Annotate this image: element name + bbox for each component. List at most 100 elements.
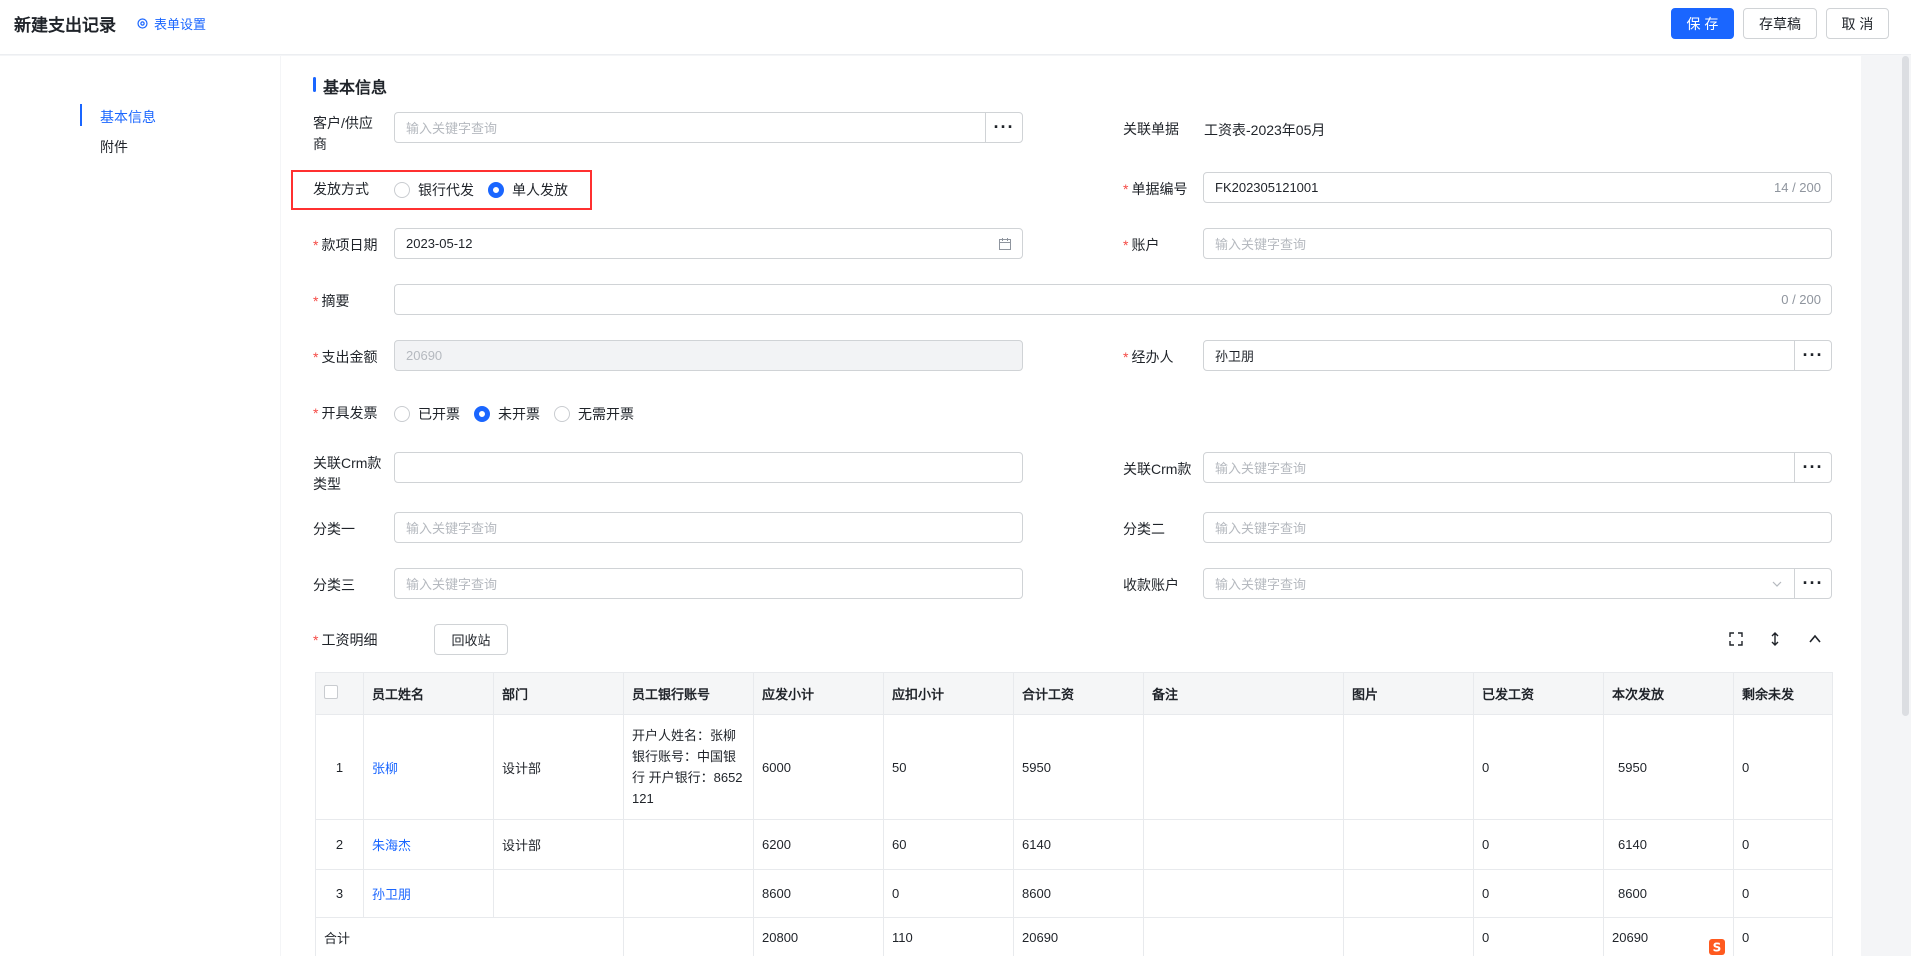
- category3-input[interactable]: 输入关键字查询: [394, 568, 1023, 599]
- note-cell[interactable]: [1143, 714, 1344, 820]
- account-label: * 账户: [1123, 237, 1160, 253]
- crm-type-label: 关联Crm款类型: [313, 455, 382, 492]
- radio-invoiced[interactable]: 已开票: [394, 404, 460, 424]
- totals-row: 合计 20800 110 20690 0 20690 0: [315, 917, 1833, 956]
- image-cell[interactable]: [1343, 869, 1474, 918]
- handler-more-button[interactable]: ···: [1794, 340, 1832, 371]
- crm-type-input[interactable]: [394, 452, 1023, 483]
- image-cell[interactable]: [1343, 819, 1474, 870]
- row-height-icon[interactable]: [1767, 631, 1783, 647]
- nav-item-basic-info[interactable]: 基本信息: [100, 107, 156, 127]
- checkbox[interactable]: [324, 685, 338, 699]
- deduct-cell: 60: [883, 819, 1014, 870]
- gear-icon: [137, 18, 148, 29]
- category3-label: 分类三: [313, 577, 355, 593]
- salary-detail-label: * 工资明细: [313, 632, 378, 648]
- paid-total-cell: 0: [1473, 917, 1604, 956]
- doc-number-input[interactable]: FK202305121001 14 / 200: [1203, 172, 1832, 203]
- column-header[interactable]: 备注: [1143, 672, 1344, 715]
- receive-account-more-button[interactable]: ···: [1794, 568, 1832, 599]
- remaining-cell: 0: [1733, 869, 1833, 918]
- related-doc-value[interactable]: 工资表-2023年05月: [1204, 120, 1325, 140]
- table-row[interactable]: 3 孙卫朋 8600 0 8600 0 8600 0: [315, 869, 1833, 918]
- empty-cell: [623, 917, 754, 956]
- save-button[interactable]: 保 存: [1671, 8, 1734, 39]
- gross-cell: 8600: [753, 869, 884, 918]
- remaining-cell: 0: [1733, 819, 1833, 870]
- page-title: 新建支出记录: [14, 16, 116, 35]
- select-all-checkbox[interactable]: [315, 672, 364, 715]
- summary-input[interactable]: 0 / 200: [394, 284, 1832, 315]
- amount-input: 20690: [394, 340, 1023, 371]
- current-payout-cell[interactable]: 8600: [1603, 869, 1734, 918]
- category2-input[interactable]: 输入关键字查询: [1203, 512, 1832, 543]
- floating-assistant-icon[interactable]: S: [1708, 938, 1726, 956]
- crm-payment-label: 关联Crm款: [1123, 461, 1192, 477]
- table-header-row: 员工姓名 部门 员工银行账号 应发小计 应扣小计 合计工资 备注 图片 已发工资…: [315, 672, 1833, 715]
- side-nav: [0, 56, 280, 956]
- collapse-icon[interactable]: [1807, 631, 1823, 647]
- amount-label: * 支出金额: [313, 349, 378, 365]
- gross-cell: 6200: [753, 819, 884, 870]
- column-header[interactable]: 已发工资: [1473, 672, 1604, 715]
- doc-number-label: * 单据编号: [1123, 181, 1188, 197]
- cancel-button[interactable]: 取 消: [1826, 8, 1889, 39]
- column-header[interactable]: 应扣小计: [883, 672, 1014, 715]
- save-draft-button[interactable]: 存草稿: [1743, 8, 1817, 39]
- table-row[interactable]: 2 朱海杰 设计部 6200 60 6140 0 6140 0: [315, 819, 1833, 870]
- form-settings-link[interactable]: 表单设置: [136, 14, 206, 33]
- invoice-label: * 开具发票: [313, 405, 378, 421]
- handler-input[interactable]: 孙卫朋: [1203, 340, 1795, 371]
- category1-input[interactable]: 输入关键字查询: [394, 512, 1023, 543]
- nav-item-attachments[interactable]: 附件: [100, 137, 128, 157]
- column-header[interactable]: 部门: [493, 672, 624, 715]
- fullscreen-icon[interactable]: [1728, 631, 1744, 647]
- top-bar: 新建支出记录 表单设置 保 存 存草稿 取 消: [0, 0, 1911, 55]
- row-number: 2: [315, 819, 364, 870]
- employee-name-link[interactable]: 张柳: [363, 714, 494, 820]
- handler-label: * 经办人: [1123, 349, 1174, 365]
- radio-no-invoice-needed[interactable]: 无需开票: [554, 404, 634, 424]
- note-cell[interactable]: [1143, 869, 1344, 918]
- customer-more-button[interactable]: ···: [985, 112, 1023, 143]
- total-cell: 8600: [1013, 869, 1144, 918]
- column-header[interactable]: 剩余未发: [1733, 672, 1833, 715]
- image-cell[interactable]: [1343, 714, 1474, 820]
- crm-payment-more-button[interactable]: ···: [1794, 452, 1832, 483]
- employee-name-link[interactable]: 孙卫朋: [363, 869, 494, 918]
- radio-dot: [394, 406, 410, 422]
- invoice-radio-group: 已开票 未开票 无需开票: [394, 404, 634, 424]
- radio-not-invoiced[interactable]: 未开票: [474, 404, 540, 424]
- column-header[interactable]: 图片: [1343, 672, 1474, 715]
- column-header[interactable]: 员工姓名: [363, 672, 494, 715]
- column-header[interactable]: 员工银行账号: [623, 672, 754, 715]
- row-number: 3: [315, 869, 364, 918]
- total-cell: 5950: [1013, 714, 1144, 820]
- recycle-bin-button[interactable]: 回收站: [434, 624, 508, 655]
- receive-account-select[interactable]: 输入关键字查询: [1203, 568, 1795, 599]
- column-header[interactable]: 本次发放: [1603, 672, 1734, 715]
- calendar-icon: [999, 238, 1011, 250]
- form-settings-label: 表单设置: [154, 17, 207, 32]
- scrollbar[interactable]: [1902, 56, 1909, 716]
- row-number: 1: [315, 714, 364, 820]
- dept-cell: 设计部: [493, 819, 624, 870]
- current-payout-cell[interactable]: 5950: [1603, 714, 1734, 820]
- column-header[interactable]: 合计工资: [1013, 672, 1144, 715]
- current-payout-cell[interactable]: 6140: [1603, 819, 1734, 870]
- date-label: * 款项日期: [313, 237, 378, 253]
- gross-cell: 6000: [753, 714, 884, 820]
- table-row[interactable]: 1 张柳 设计部 开户人姓名：张柳 银行账号：中国银行 开户银行：8652121…: [315, 714, 1833, 820]
- employee-name-link[interactable]: 朱海杰: [363, 819, 494, 870]
- paid-cell: 0: [1473, 819, 1604, 870]
- account-input[interactable]: 输入关键字查询: [1203, 228, 1832, 259]
- column-header[interactable]: 应发小计: [753, 672, 884, 715]
- crm-payment-input[interactable]: 输入关键字查询: [1203, 452, 1795, 483]
- empty-cell: [1143, 917, 1344, 956]
- note-cell[interactable]: [1143, 819, 1344, 870]
- customer-input[interactable]: 输入关键字查询: [394, 112, 986, 143]
- date-picker[interactable]: 2023-05-12: [394, 228, 1023, 259]
- deduct-total-cell: 110: [883, 917, 1014, 956]
- dept-cell: 设计部: [493, 714, 624, 820]
- category1-label: 分类一: [313, 521, 355, 537]
